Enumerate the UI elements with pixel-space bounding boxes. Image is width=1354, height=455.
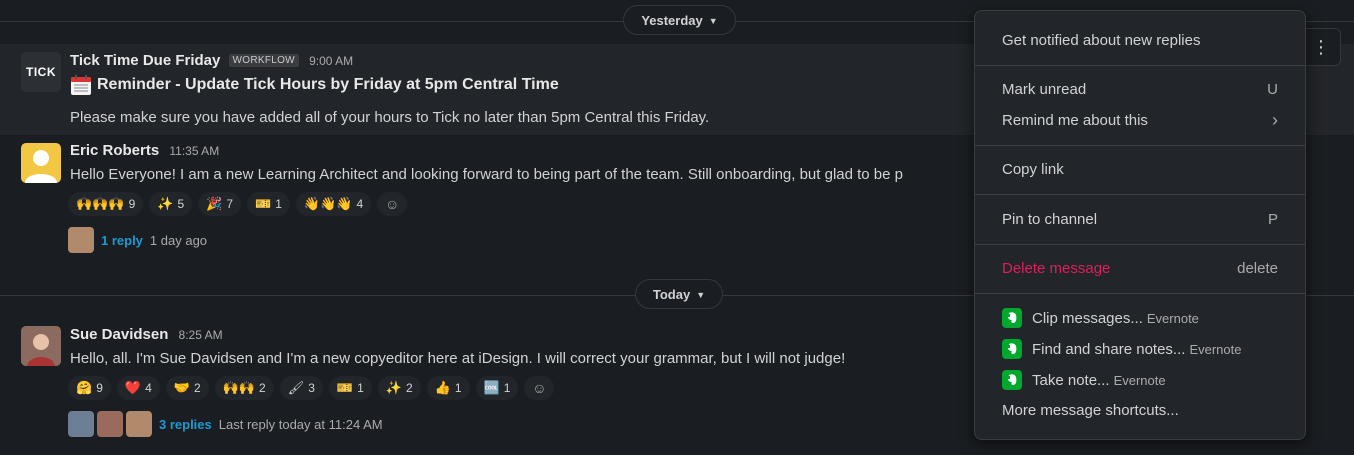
avatar [68,411,94,437]
reaction-pill[interactable]: 🎉 7 [198,192,241,216]
avatar [68,227,94,253]
app-name: Evernote [1113,372,1166,388]
evernote-icon [1002,308,1022,328]
menu-item-more-shortcuts[interactable]: More message shortcuts... [975,395,1305,425]
shortcut-key: U [1267,80,1278,98]
menu-item-delete[interactable]: Delete message delete [975,253,1305,283]
avatar [126,411,152,437]
kebab-icon: ⋮ [1312,36,1330,57]
reaction-pill[interactable]: 🖌 3 [279,376,323,400]
reactions-bar: 🤗 9 ❤️ 4 🤝 2 🙌🙌 2 🖌 3 🎫 1 ✨ 2 👍 1 🆒 1 ☺ [68,376,555,400]
menu-item-copy-link[interactable]: Copy link [975,154,1305,184]
avatar-text: TICK [26,65,56,79]
menu-item-mark-unread[interactable]: Mark unread U [975,74,1305,104]
avatar[interactable] [21,143,61,183]
reactions-bar: 🙌🙌🙌 9 ✨ 5 🎉 7 🎫 1 👋👋👋 4 ☺ [68,192,408,216]
avatar [97,411,123,437]
message-context-menu: Get notified about new replies Mark unre… [974,10,1306,440]
reply-meta: Last reply today at 11:24 AM [218,416,383,432]
message-time[interactable]: 8:25 AM [179,328,223,342]
avatar[interactable]: TICK [21,52,61,92]
reply-meta: 1 day ago [149,232,208,248]
reply-count-link[interactable]: 1 reply [101,233,143,248]
shortcut-key: P [1267,210,1278,228]
menu-separator [975,293,1305,294]
menu-item-find-notes[interactable]: Find and share notes... Evernote [975,334,1305,364]
chevron-down-icon: ▼ [696,290,706,300]
menu-item-clip-messages[interactable]: Clip messages... Evernote [975,303,1305,333]
menu-item-take-note[interactable]: Take note... Evernote [975,365,1305,395]
reaction-pill[interactable]: 🙌🙌🙌 9 [68,192,144,216]
app-name: Evernote [1146,310,1199,326]
reaction-pill[interactable]: 👋👋👋 4 [295,192,372,216]
sender-name[interactable]: Eric Roberts [70,142,159,159]
menu-separator [975,244,1305,245]
menu-separator [975,65,1305,66]
calendar-icon [70,74,92,96]
evernote-icon [1002,339,1022,359]
evernote-icon [1002,370,1022,390]
message-title: Reminder - Update Tick Hours by Friday a… [97,76,559,93]
add-reaction-icon[interactable]: ☺ [524,376,555,400]
thread-summary[interactable]: 1 reply 1 day ago [68,227,207,253]
avatar[interactable] [21,326,61,366]
chevron-down-icon: ▼ [708,16,718,26]
reaction-pill[interactable]: 🤗 9 [68,376,111,400]
add-reaction-icon[interactable]: ☺ [377,192,408,216]
message-time[interactable]: 11:35 AM [169,144,219,158]
message-text: Please make sure you have added all of y… [70,109,710,126]
reaction-pill[interactable]: 🙌🙌 2 [214,376,274,400]
reaction-pill[interactable]: ❤️ 4 [116,376,160,400]
menu-item-pin[interactable]: Pin to channel P [975,204,1305,234]
sender-name[interactable]: Sue Davidsen [70,326,168,343]
message-time[interactable]: 9:00 AM [309,54,353,68]
app-name: Evernote [1189,341,1242,357]
date-label: Today [652,286,691,302]
menu-item-notify-replies[interactable]: Get notified about new replies [975,25,1305,55]
message-text: Hello, all. I'm Sue Davidsen and I'm a n… [70,350,846,367]
reaction-pill[interactable]: 🆒 1 [475,376,519,400]
workflow-badge: WORKFLOW [228,54,299,67]
reaction-pill[interactable]: 🤝 2 [165,376,209,400]
reply-count-link[interactable]: 3 replies [159,417,212,432]
menu-separator [975,194,1305,195]
date-divider-today[interactable]: Today ▼ [635,279,723,309]
thread-summary[interactable]: 3 replies Last reply today at 11:24 AM [68,411,383,437]
reaction-pill[interactable]: 🎫 1 [328,376,372,400]
chevron-right-icon: › [1272,109,1278,130]
menu-separator [975,145,1305,146]
more-actions-button[interactable]: ⋮ [1301,28,1341,66]
sender-name[interactable]: Tick Time Due Friday [70,52,220,69]
reaction-pill[interactable]: 🎫 1 [247,192,290,216]
reaction-pill[interactable]: ✨ 2 [377,376,421,400]
shortcut-key: delete [1237,259,1278,277]
reaction-pill[interactable]: ✨ 5 [149,192,193,216]
date-label: Yesterday [641,12,703,28]
message-text: Hello Everyone! I am a new Learning Arch… [70,166,904,183]
reaction-pill[interactable]: 👍 1 [426,376,470,400]
date-divider-yesterday[interactable]: Yesterday ▼ [623,5,736,35]
menu-item-remind[interactable]: Remind me about this › [975,105,1305,135]
